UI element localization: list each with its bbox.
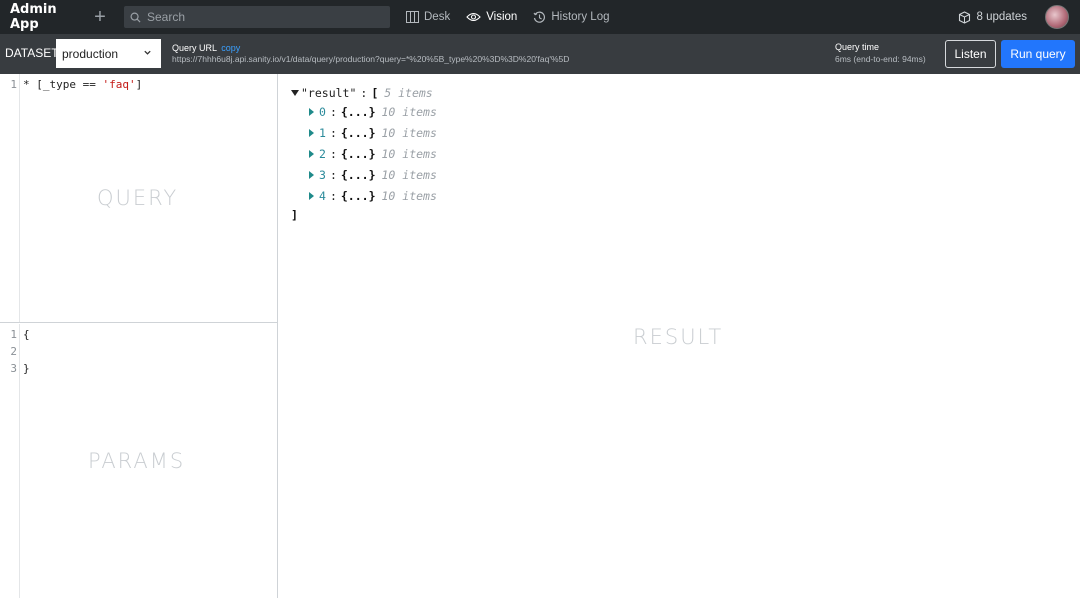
desk-icon: [406, 11, 419, 23]
item-count: 10 items: [381, 147, 437, 161]
item-value: {...}: [340, 147, 376, 161]
copy-url-link[interactable]: copy: [221, 43, 240, 53]
result-watermark: RESULT: [633, 325, 724, 349]
tool-vision-label: Vision: [486, 11, 518, 23]
query-code-prefix: * [_type ==: [23, 78, 103, 91]
app-title[interactable]: Admin App: [10, 2, 88, 32]
package-icon: [959, 10, 971, 24]
dataset-value: production: [62, 46, 119, 61]
line-number: 1: [10, 78, 17, 91]
result-root[interactable]: "result" : [ 5 items: [291, 86, 433, 100]
create-new-icon[interactable]: +: [88, 7, 112, 27]
query-time-label: Query time: [835, 42, 880, 52]
array-close-line: ]: [291, 208, 298, 222]
query-editor[interactable]: 1 * [_type == 'faq'] QUERY: [0, 74, 277, 323]
dataset-label: DATASET: [5, 46, 59, 60]
result-item[interactable]: 1 : {...} 10 items: [309, 126, 437, 140]
array-open: [: [371, 86, 379, 100]
updates-label: 8 updates: [976, 11, 1027, 23]
item-count: 10 items: [381, 168, 437, 182]
item-count: 10 items: [381, 105, 437, 119]
item-count: 10 items: [381, 189, 437, 203]
listen-button[interactable]: Listen: [945, 40, 996, 68]
tool-vision[interactable]: Vision: [466, 11, 517, 23]
line-number: 2: [10, 345, 17, 358]
array-close: ]: [291, 208, 298, 222]
tool-desk[interactable]: Desk: [406, 11, 450, 23]
array-count: 5 items: [384, 86, 433, 100]
colon: :: [329, 105, 337, 119]
query-gutter: [0, 74, 20, 322]
colon: :: [329, 189, 337, 203]
history-icon: [533, 11, 546, 23]
search-input[interactable]: Search: [124, 6, 390, 28]
colon: :: [329, 126, 337, 140]
item-index: 1: [319, 126, 326, 140]
result-item[interactable]: 2 : {...} 10 items: [309, 147, 437, 161]
vision-toolbar: DATASET production Query URL copy https:…: [0, 34, 1080, 74]
params-code-line[interactable]: {: [23, 328, 30, 341]
expand-caret-icon[interactable]: [309, 171, 314, 179]
top-navigation-bar: Admin App + Search Desk Vision History L…: [0, 0, 1080, 34]
result-item[interactable]: 4 : {...} 10 items: [309, 189, 437, 203]
expand-caret-icon[interactable]: [309, 129, 314, 137]
colon: :: [329, 147, 337, 161]
dataset-select[interactable]: production: [56, 39, 161, 68]
collapse-caret-icon[interactable]: [291, 90, 299, 96]
result-pane: "result" : [ 5 items 0 : {...} 10 items …: [278, 74, 1080, 598]
line-number: 3: [10, 362, 17, 375]
params-editor[interactable]: 1 { 2 3 } PARAMS: [0, 324, 277, 598]
item-index: 2: [319, 147, 326, 161]
tool-history-log[interactable]: History Log: [533, 11, 610, 24]
colon: :: [360, 86, 368, 100]
query-watermark: QUERY: [97, 186, 179, 210]
params-code-line[interactable]: }: [23, 362, 30, 375]
search-placeholder: Search: [147, 10, 186, 24]
colon: :: [329, 168, 337, 182]
item-index: 4: [319, 189, 326, 203]
result-item[interactable]: 3 : {...} 10 items: [309, 168, 437, 182]
query-url[interactable]: https://7hhh6u8j.api.sanity.io/v1/data/q…: [172, 54, 569, 64]
updates-button[interactable]: 8 updates: [958, 10, 1027, 24]
chevron-down-icon: [144, 50, 151, 55]
expand-caret-icon[interactable]: [309, 150, 314, 158]
result-key: "result": [301, 86, 357, 100]
tool-desk-label: Desk: [424, 11, 451, 23]
eye-icon: [466, 12, 481, 22]
params-watermark: PARAMS: [88, 449, 186, 473]
item-count: 10 items: [381, 126, 437, 140]
user-avatar[interactable]: [1045, 5, 1069, 29]
query-code-line[interactable]: * [_type == 'faq']: [23, 78, 142, 91]
tool-history-label: History Log: [551, 11, 610, 23]
expand-caret-icon[interactable]: [309, 192, 314, 200]
item-value: {...}: [340, 189, 376, 203]
query-code-string: 'faq': [102, 78, 136, 91]
run-query-button[interactable]: Run query: [1001, 40, 1075, 68]
search-icon: [130, 12, 141, 23]
item-index: 0: [319, 105, 326, 119]
query-url-heading: Query URL copy: [172, 43, 240, 53]
item-value: {...}: [340, 168, 376, 182]
expand-caret-icon[interactable]: [309, 108, 314, 116]
item-value: {...}: [340, 105, 376, 119]
query-url-label: Query URL: [172, 43, 217, 53]
result-item[interactable]: 0 : {...} 10 items: [309, 105, 437, 119]
query-time-value: 6ms (end-to-end: 94ms): [835, 54, 926, 64]
item-value: {...}: [340, 126, 376, 140]
line-number: 1: [10, 328, 17, 341]
item-index: 3: [319, 168, 326, 182]
query-code-suffix: ]: [135, 78, 143, 91]
